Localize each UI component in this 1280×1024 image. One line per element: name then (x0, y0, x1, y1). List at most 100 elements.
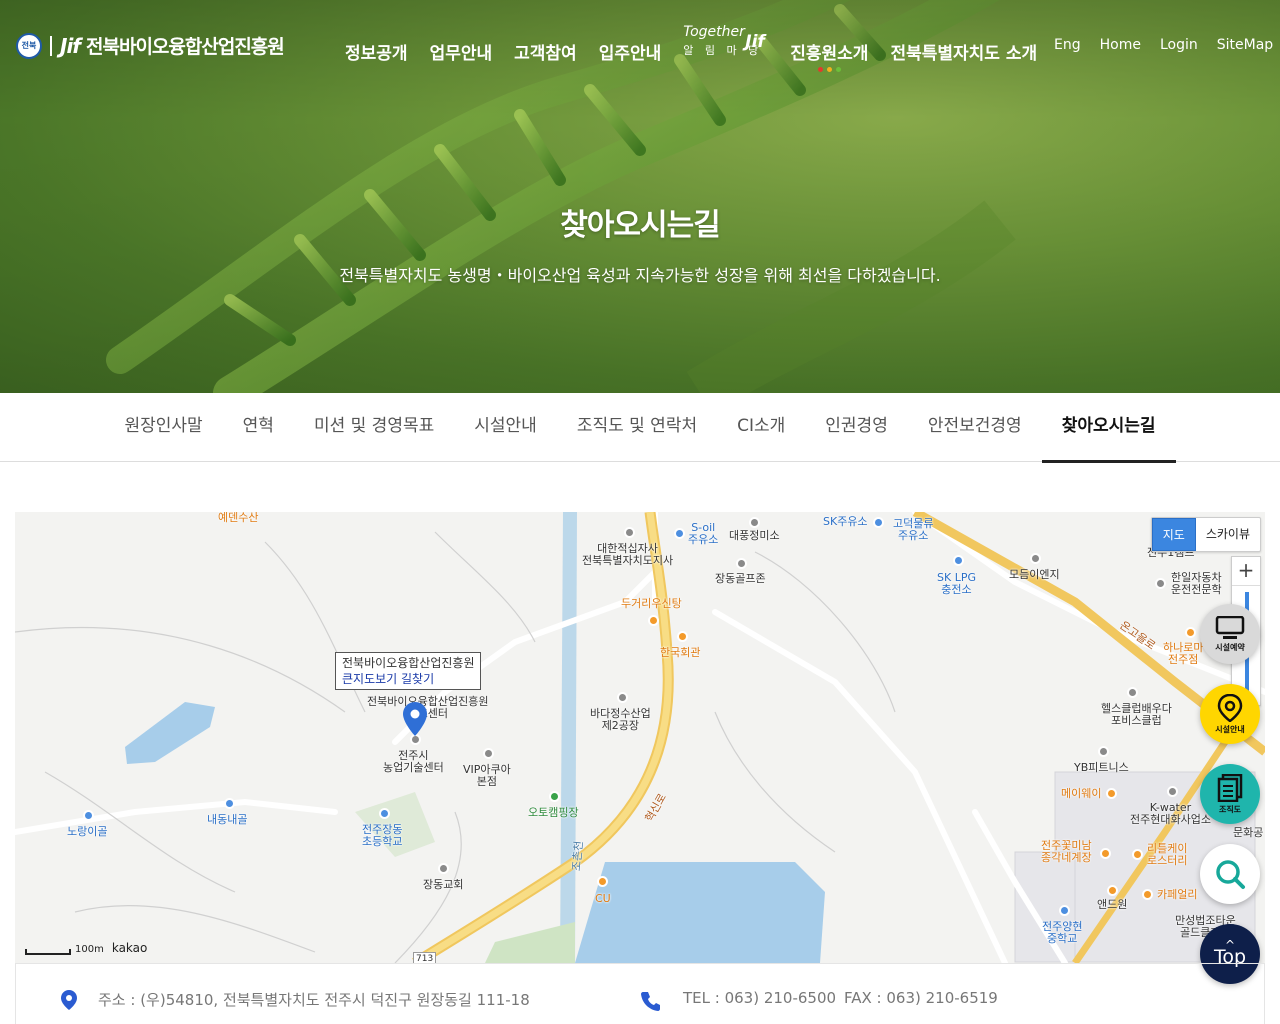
together-mark: Jif (745, 32, 765, 52)
map-type-switch: 지도 스카이뷰 (1150, 517, 1261, 552)
map-label-cafe: 카페얼리 (1157, 888, 1198, 901)
map-poi-jangdong-golf (736, 558, 747, 569)
dot-red (818, 66, 824, 72)
map-label-healthclub: 헬스클럽배우다 포비스클럽 (1101, 702, 1172, 727)
map-label-autocamping: 오토캠핑장 (528, 806, 579, 819)
dot-green (836, 66, 842, 72)
map-roads (15, 512, 1265, 963)
map-poi-soil (674, 528, 685, 539)
map-poi-cu (597, 876, 608, 887)
map-poi-hanil (1155, 578, 1166, 589)
map-poi-mayway (1106, 788, 1117, 799)
sub-navigation: 원장인사말 연혁 미션 및 경영목표 시설안내 조직도 및 연락처 CI소개 인… (0, 393, 1280, 463)
main-nav: 정보공개 업무안내 고객참여 입주안내 Together 알 림 마 당 Jif… (345, 24, 1059, 72)
quick-search[interactable] (1200, 844, 1260, 904)
page-subtitle: 전북특별자치도 농생명・바이오산업 육성과 지속가능한 성장을 위해 최선을 다… (339, 266, 941, 285)
map-label-godeok: 고덕물류 주유소 (893, 517, 934, 542)
map-label-jif-center: 전북바이오융합산업진흥원 비즈센터 (367, 695, 489, 720)
map-poi-modeum (1030, 553, 1041, 564)
map-label-ritteukei: 리틀케이 로스터리 (1147, 842, 1188, 867)
province-seal-icon: 전북 (16, 32, 42, 59)
map-label-kwater: K-water 전주현대화사업소 (1130, 801, 1211, 826)
page-title: 찾아오시는길 (560, 208, 721, 243)
map-label-church: 장동교회 (423, 878, 464, 891)
util-home[interactable]: Home (1100, 37, 1141, 53)
site-logo[interactable]: 전북 Jif 전북바이오융합산업진흥원 (16, 32, 285, 59)
nav-about[interactable]: 진흥원소개 (790, 39, 868, 72)
tab-human-rights[interactable]: 인권경영 (805, 393, 908, 462)
nav-info-disclosure[interactable]: 정보공개 (345, 39, 408, 64)
map-label-hanil: 한일자동차 운전전문학 (1171, 571, 1222, 596)
scale-text: 100m (75, 944, 104, 955)
map-label-hanarumi: 하나로마 전주점 (1163, 641, 1204, 666)
map-poi-naedong (224, 798, 235, 809)
tab-directions[interactable]: 찾아오시는길 (1041, 393, 1176, 463)
nav-business-guide[interactable]: 업무안내 (430, 39, 493, 64)
tab-history[interactable]: 연혁 (223, 393, 294, 462)
map-poi-bada (617, 692, 628, 703)
map-label-vip: VIP아쿠아 본점 (463, 763, 511, 788)
tab-safety[interactable]: 안전보건경영 (908, 393, 1042, 462)
maptype-roadmap-button[interactable]: 지도 (1151, 518, 1196, 551)
quick-facility-guide[interactable]: 시설안내 (1200, 684, 1260, 744)
nav-province-intro[interactable]: 전북특별자치도 소개 (890, 39, 1037, 64)
map-poi-redcross (624, 527, 635, 538)
map-poi-daepung (749, 517, 760, 528)
tab-mission[interactable]: 미션 및 경영목표 (294, 393, 454, 462)
maptype-skyview-button[interactable]: 스카이뷰 (1196, 518, 1260, 551)
nav-customer[interactable]: 고객참여 (514, 39, 577, 64)
map-label-daepung: 대풍정미소 (729, 529, 780, 542)
map-label-dugeori: 두거리우신탕 (621, 597, 682, 610)
map-label-edensusan: 예덴수산 (218, 512, 259, 524)
map-poi-church (438, 863, 449, 874)
location-marker-icon[interactable] (403, 702, 427, 736)
util-sitemap[interactable]: SiteMap (1217, 37, 1273, 53)
tab-ci[interactable]: CI소개 (717, 393, 805, 462)
util-eng[interactable]: Eng (1054, 37, 1081, 53)
location-pin-icon (1217, 693, 1243, 722)
map-poi-flower (1100, 848, 1111, 859)
map-poi-middle-school (1059, 905, 1070, 916)
map-label-agri-center: 전주시 농업기술센터 (383, 749, 444, 774)
kakao-logo: kakao (111, 941, 148, 955)
map-poi-noraengi (83, 810, 94, 821)
nav-tenant-guide[interactable]: 입주안내 (599, 39, 662, 64)
map-label-munhwa: 문화공 (1233, 826, 1264, 839)
util-login[interactable]: Login (1160, 37, 1198, 53)
map-infowindow: 전북바이오융합산업진흥원 큰지도보기 길찾기 (335, 652, 482, 690)
map-label-cu: CU (595, 892, 611, 905)
map-label-middle-school: 전주양현 중학교 (1042, 920, 1083, 945)
tab-organization[interactable]: 조직도 및 연락처 (557, 393, 717, 462)
location-pin-icon (61, 990, 77, 1010)
quick-organization[interactable]: 조직도 (1200, 764, 1260, 824)
map-label-noraengi: 노랑이골 (67, 825, 108, 838)
jif-logo-mark: Jif (60, 33, 81, 58)
fax-text: FAX : 063) 210-6519 (844, 989, 998, 1007)
quick-facility-reserve[interactable]: 시설예약 (1200, 604, 1260, 664)
nav-together-notice[interactable]: Together 알 림 마 당 Jif (683, 24, 768, 58)
map-label-mayway: 메이웨이 (1061, 787, 1102, 800)
map-label-hanguk: 한국회관 (660, 646, 701, 659)
tab-facilities[interactable]: 시설안내 (454, 393, 557, 462)
kakao-map[interactable]: 예덴수산 대한적십자사 전북특별자치도지사 S-oil 주유소 대풍정미소 SK… (15, 512, 1265, 963)
map-label-jangdong-golf: 장동골프존 (715, 572, 766, 585)
search-icon (1216, 860, 1245, 889)
dot-yellow (827, 66, 833, 72)
utility-links: Eng Home Login SiteMap (1054, 37, 1273, 53)
map-poi-autocamping (549, 791, 560, 802)
zoom-in-button[interactable]: + (1232, 557, 1260, 585)
tab-greeting[interactable]: 원장인사말 (104, 393, 222, 462)
map-poi-cafe (1142, 889, 1153, 900)
map-label-route-713: 713 (413, 952, 437, 963)
infowindow-link[interactable]: 큰지도보기 길찾기 (342, 671, 474, 687)
org-name: 전북바이오융합산업진흥원 (86, 36, 285, 58)
map-label-sk-gas: SK주유소 (823, 515, 868, 528)
address-text: 주소 : (우)54810, 전북특별자치도 전주시 덕진구 원장동길 111-… (98, 991, 530, 1009)
map-label-modeum: 모듬이엔지 (1009, 568, 1060, 581)
map-label-anderwon: 앤드원 (1097, 898, 1128, 911)
address-bar: 주소 : (우)54810, 전북특별자치도 전주시 덕진구 원장동길 111-… (15, 963, 1265, 1024)
phone-icon (641, 992, 660, 1011)
together-text: Together (683, 24, 745, 40)
active-dots (818, 66, 842, 72)
map-poi-vip (483, 748, 494, 759)
